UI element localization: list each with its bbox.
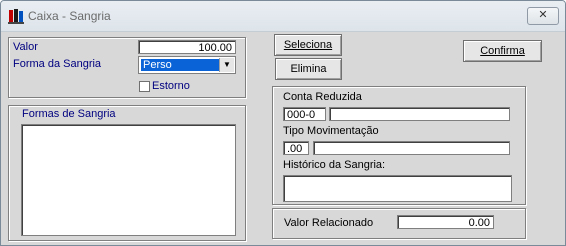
window-title: Caixa - Sangria — [28, 9, 111, 23]
historico-sangria-field[interactable] — [283, 175, 512, 202]
conta-reduzida-label: Conta Reduzida — [283, 91, 362, 103]
estorno-label: Estorno — [152, 80, 190, 92]
formas-sangria-list[interactable] — [21, 124, 236, 236]
valor-label: Valor — [13, 41, 38, 53]
confirma-button[interactable]: Confirma — [463, 40, 542, 62]
forma-sangria-select[interactable]: Perso ▼ — [138, 56, 236, 74]
sangria-input-panel: Valor 100.00 Forma da Sangria Perso ▼ Es… — [8, 37, 246, 98]
app-icon — [8, 9, 24, 24]
valor-field[interactable]: 100.00 — [138, 40, 236, 54]
valor-relacionado-field[interactable]: 0.00 — [397, 215, 494, 229]
elimina-button-label: Elimina — [290, 63, 327, 75]
forma-sangria-label: Forma da Sangria — [13, 58, 102, 70]
tipo-movimentacao-desc[interactable] — [313, 141, 510, 155]
details-panel: Conta Reduzida 000-0 Tipo Movimentação .… — [272, 86, 526, 205]
elimina-button[interactable]: Elimina — [275, 58, 342, 80]
window: Caixa - Sangria ✕ Valor 100.00 Forma da … — [0, 0, 566, 246]
valor-relacionado-label: Valor Relacionado — [284, 217, 374, 229]
close-button[interactable]: ✕ — [527, 7, 559, 25]
formas-sangria-panel: Formas de Sangria — [8, 105, 246, 241]
forma-sangria-selected: Perso — [141, 59, 219, 71]
confirma-button-label: Confirma — [480, 45, 525, 57]
formas-sangria-label: Formas de Sangria — [22, 108, 116, 120]
conta-reduzida-desc[interactable] — [329, 107, 510, 121]
valor-relacionado-panel: Valor Relacionado 0.00 — [272, 208, 526, 239]
chevron-down-icon[interactable]: ▼ — [219, 58, 234, 72]
seleciona-button-label: Seleciona — [283, 39, 333, 51]
historico-sangria-label: Histórico da Sangria: — [283, 159, 386, 171]
title-bar[interactable]: Caixa - Sangria ✕ — [1, 1, 565, 32]
tipo-movimentacao-label: Tipo Movimentação — [283, 125, 379, 137]
estorno-checkbox[interactable] — [139, 81, 150, 92]
seleciona-button[interactable]: Seleciona — [274, 34, 342, 56]
tipo-movimentacao-code[interactable]: .00 — [283, 141, 309, 155]
conta-reduzida-code[interactable]: 000-0 — [283, 107, 326, 121]
